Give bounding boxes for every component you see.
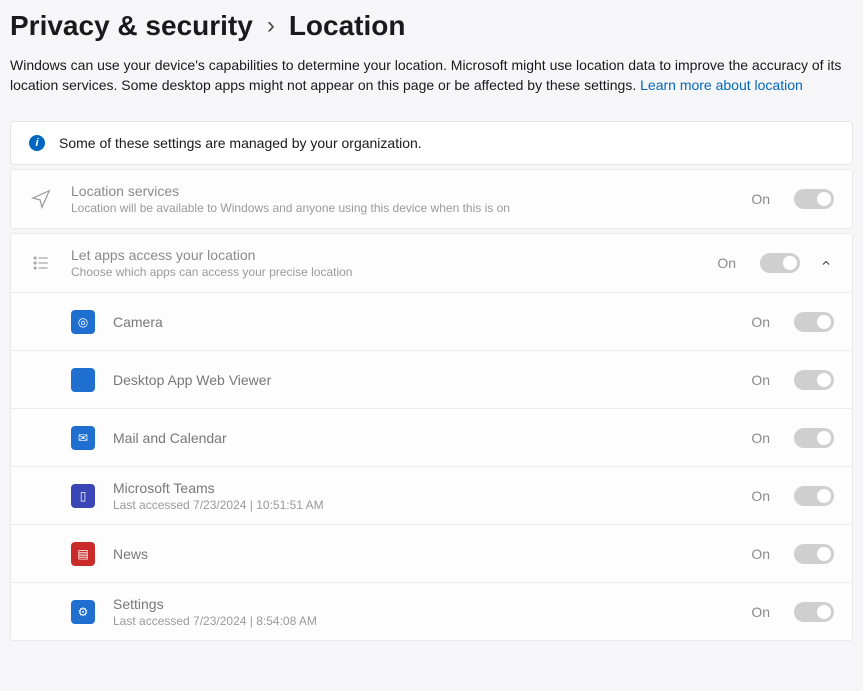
- apps-access-row[interactable]: Let apps access your location Choose whi…: [11, 234, 852, 292]
- app-row: ⚙ Settings Last accessed 7/23/2024 | 8:54:…: [11, 582, 852, 640]
- location-services-state: On: [751, 191, 770, 207]
- app-toggle[interactable]: [794, 544, 834, 564]
- app-icon: ◎: [71, 310, 95, 334]
- app-toggle-state: On: [751, 314, 770, 330]
- breadcrumb: Privacy & security › Location: [10, 10, 853, 42]
- apps-access-subtitle: Choose which apps can access your precis…: [71, 265, 699, 279]
- app-toggle[interactable]: [794, 602, 834, 622]
- apps-access-title: Let apps access your location: [71, 247, 699, 263]
- apps-access-card: Let apps access your location Choose whi…: [10, 233, 853, 641]
- app-toggle[interactable]: [794, 370, 834, 390]
- app-row: ◎ Camera On: [11, 292, 852, 350]
- location-arrow-icon: [29, 188, 53, 210]
- app-toggle[interactable]: [794, 312, 834, 332]
- app-toggle[interactable]: [794, 428, 834, 448]
- app-icon: [71, 368, 95, 392]
- app-name: News: [113, 546, 733, 562]
- location-services-toggle[interactable]: [794, 189, 834, 209]
- app-icon: ▯: [71, 484, 95, 508]
- location-services-card: Location services Location will be avail…: [10, 169, 853, 229]
- app-toggle-state: On: [751, 430, 770, 446]
- chevron-up-icon[interactable]: [818, 257, 834, 269]
- location-services-subtitle: Location will be available to Windows an…: [71, 201, 733, 215]
- app-name: Desktop App Web Viewer: [113, 372, 733, 388]
- app-toggle-state: On: [751, 604, 770, 620]
- location-services-title: Location services: [71, 183, 733, 199]
- apps-access-state: On: [717, 255, 736, 271]
- app-toggle-state: On: [751, 488, 770, 504]
- app-last-accessed: Last accessed 7/23/2024 | 10:51:51 AM: [113, 498, 733, 512]
- app-name: Microsoft Teams: [113, 480, 733, 496]
- list-icon: [29, 253, 53, 273]
- app-name: Mail and Calendar: [113, 430, 733, 446]
- app-last-accessed: Last accessed 7/23/2024 | 8:54:08 AM: [113, 614, 733, 628]
- breadcrumb-parent[interactable]: Privacy & security: [10, 10, 253, 42]
- page-description: Windows can use your device's capabiliti…: [10, 56, 853, 95]
- org-managed-banner: i Some of these settings are managed by …: [10, 121, 853, 165]
- location-services-row: Location services Location will be avail…: [11, 170, 852, 228]
- app-row: ✉ Mail and Calendar On: [11, 408, 852, 466]
- app-name: Settings: [113, 596, 733, 612]
- app-name: Camera: [113, 314, 733, 330]
- app-row: ▤ News On: [11, 524, 852, 582]
- app-row: Desktop App Web Viewer On: [11, 350, 852, 408]
- info-icon: i: [29, 135, 45, 151]
- app-icon: ⚙: [71, 600, 95, 624]
- app-icon: ▤: [71, 542, 95, 566]
- chevron-right-icon: ›: [267, 12, 275, 40]
- app-toggle[interactable]: [794, 486, 834, 506]
- learn-more-link[interactable]: Learn more about location: [640, 77, 803, 93]
- app-toggle-state: On: [751, 546, 770, 562]
- app-icon: ✉: [71, 426, 95, 450]
- breadcrumb-current: Location: [289, 10, 406, 42]
- apps-access-toggle[interactable]: [760, 253, 800, 273]
- app-row: ▯ Microsoft Teams Last accessed 7/23/2024 …: [11, 466, 852, 524]
- app-toggle-state: On: [751, 372, 770, 388]
- banner-text: Some of these settings are managed by yo…: [59, 135, 422, 151]
